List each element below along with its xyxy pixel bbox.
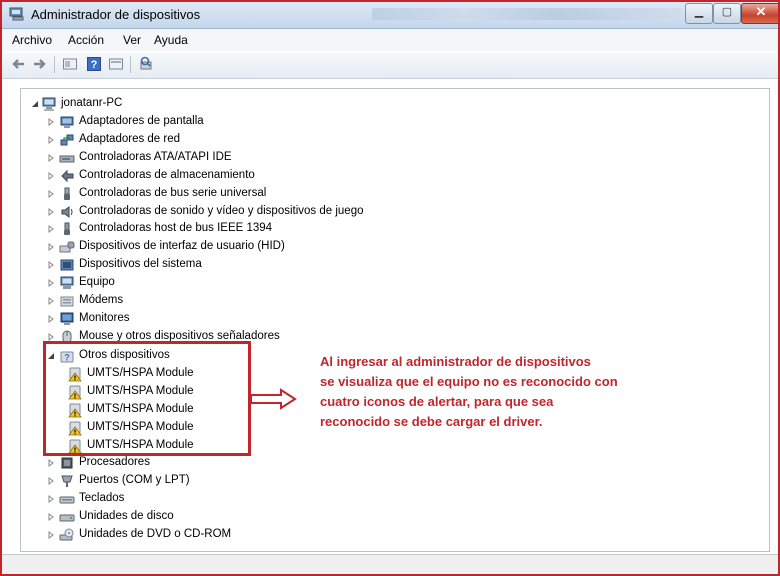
monitor-icon: [60, 312, 74, 325]
display-adapter-icon: [60, 116, 74, 128]
usb-icon: [64, 187, 70, 200]
menu-ver[interactable]: Ver: [123, 33, 141, 47]
device-manager-window: Administrador de dispositivos ▁ ▢ ✕ Arch…: [0, 0, 780, 576]
sound-icon: [61, 205, 73, 218]
collapsed-arrow-icon[interactable]: [47, 225, 55, 234]
close-button[interactable]: ✕: [741, 3, 778, 24]
status-bar: [2, 554, 778, 574]
collapsed-arrow-icon[interactable]: [47, 512, 55, 521]
computer-icon: [42, 97, 56, 111]
collapsed-arrow-icon[interactable]: [47, 171, 55, 180]
collapsed-arrow-icon[interactable]: [47, 153, 55, 162]
minimize-icon: ▁: [694, 6, 704, 18]
collapsed-arrow-icon[interactable]: [47, 261, 55, 270]
collapsed-arrow-icon[interactable]: [47, 135, 55, 144]
taskbar-blur: [372, 8, 682, 20]
port-icon: [61, 475, 73, 487]
dvd-drive-icon: [59, 528, 74, 541]
tree-item-label: Unidades de DVD o CD-ROM: [79, 527, 232, 540]
device-tree-panel: jonatanr-PC ? Otros dispositivos Adaptad…: [20, 88, 770, 552]
tree-item-label: Monitores: [79, 311, 130, 324]
collapsed-arrow-icon[interactable]: [47, 332, 55, 341]
ide-controller-icon: [59, 155, 75, 163]
firewire-icon: [64, 222, 70, 236]
toolbar: ?: [2, 52, 778, 79]
tree-item-label: Equipo: [79, 276, 115, 289]
close-icon: ✕: [755, 4, 767, 19]
system-devices-icon: [60, 259, 74, 271]
menu-bar: Archivo Acción Ver Ayuda: [2, 29, 778, 51]
tree-item-label: Controladoras de bus serie universal: [79, 186, 267, 199]
expanded-arrow-icon[interactable]: [31, 100, 39, 108]
tree-item-label: Procesadores: [79, 456, 150, 468]
help-icon[interactable]: ?: [86, 56, 102, 72]
hid-icon: [59, 241, 75, 253]
forward-arrow-icon[interactable]: [32, 56, 48, 72]
scan-hardware-icon[interactable]: [138, 56, 154, 72]
collapsed-arrow-icon[interactable]: [47, 476, 55, 485]
annotation-text: Al ingresar al administrador de disposit…: [320, 352, 720, 432]
tree-item-label: Mouse y otros dispositivos señaladores: [79, 329, 280, 342]
maximize-icon: ▢: [721, 6, 733, 18]
collapsed-arrow-icon[interactable]: [47, 314, 55, 323]
window-title: Administrador de dispositivos: [31, 7, 201, 22]
tree-item-label: Teclados: [79, 491, 125, 504]
tree-item-label: Puertos (COM y LPT): [79, 473, 190, 486]
annotation-line: reconocido se debe cargar el driver.: [320, 414, 543, 429]
annotation-line: cuatro iconos de alertar, para que sea: [320, 394, 554, 409]
tree-item-label: Adaptadores de red: [79, 132, 181, 145]
tree-item-label: Unidades de disco: [79, 509, 174, 522]
toolbar-separator: [54, 56, 55, 73]
tree-root-label: jonatanr-PC: [61, 97, 123, 109]
collapsed-arrow-icon[interactable]: [47, 494, 55, 503]
menu-accion[interactable]: Acción: [68, 33, 104, 47]
collapsed-arrow-icon[interactable]: [47, 243, 55, 252]
tree-item-label: Controladoras de almacenamiento: [79, 168, 255, 181]
collapsed-arrow-icon[interactable]: [47, 530, 55, 539]
collapsed-arrow-icon[interactable]: [47, 459, 55, 467]
collapsed-arrow-icon[interactable]: [47, 118, 55, 126]
tree-item-label: Dispositivos del sistema: [79, 258, 202, 271]
disk-drive-icon: [59, 514, 75, 522]
menu-ayuda[interactable]: Ayuda: [154, 33, 188, 47]
tree-item-label: Adaptadores de pantalla: [79, 115, 204, 127]
storage-controller-icon: [61, 169, 74, 182]
callout-arrow-icon: [250, 388, 297, 410]
tree-item-label: Controladoras ATA/ATAPI IDE: [79, 150, 232, 163]
toolbar-separator: [130, 56, 131, 73]
view-icon[interactable]: [108, 56, 124, 72]
tree-item-label: Controladoras de sonido y vídeo y dispos…: [79, 204, 364, 217]
highlight-box: [43, 341, 251, 456]
collapsed-arrow-icon[interactable]: [47, 297, 55, 305]
tree-item-label: Dispositivos de interfaz de usuario (HID…: [79, 240, 285, 253]
annotation-line: Al ingresar al administrador de disposit…: [320, 354, 591, 369]
tree-item-label: Controladoras host de bus IEEE 1394: [79, 222, 273, 235]
device-manager-icon: [9, 7, 24, 21]
properties-icon[interactable]: [62, 56, 78, 72]
svg-text:?: ?: [91, 59, 98, 71]
modem-icon: [60, 296, 74, 307]
collapsed-arrow-icon[interactable]: [47, 279, 55, 288]
collapsed-arrow-icon[interactable]: [47, 207, 55, 216]
annotation-line: se visualiza que el equipo no es reconoc…: [320, 374, 618, 389]
keyboard-icon: [59, 496, 75, 504]
tree-item-label: Módems: [79, 294, 124, 306]
menu-archivo[interactable]: Archivo: [12, 33, 52, 47]
computer-icon: [60, 276, 74, 290]
maximize-button[interactable]: ▢: [713, 3, 741, 24]
network-adapter-icon: [60, 134, 74, 146]
processor-icon: [61, 457, 73, 469]
title-bar[interactable]: Administrador de dispositivos ▁ ▢ ✕: [2, 2, 778, 29]
back-arrow-icon[interactable]: [10, 56, 26, 72]
collapsed-arrow-icon[interactable]: [47, 189, 55, 198]
minimize-button[interactable]: ▁: [685, 3, 713, 24]
